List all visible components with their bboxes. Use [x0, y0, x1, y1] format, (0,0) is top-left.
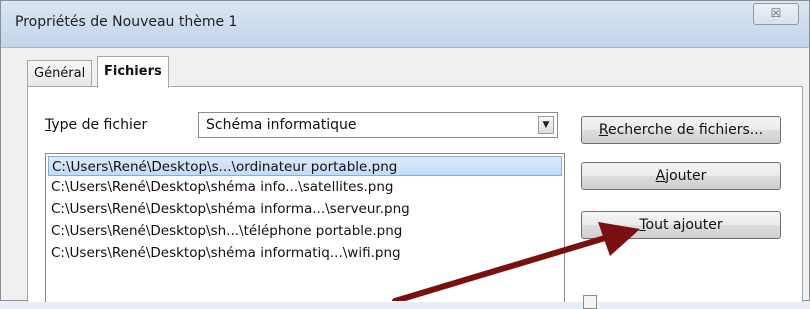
tab-files[interactable]: Fichiers — [97, 56, 169, 88]
annotation-arrow-icon — [392, 222, 640, 301]
annotation-arrow-head — [598, 222, 640, 256]
annotation-arrow-shaft — [392, 235, 608, 301]
